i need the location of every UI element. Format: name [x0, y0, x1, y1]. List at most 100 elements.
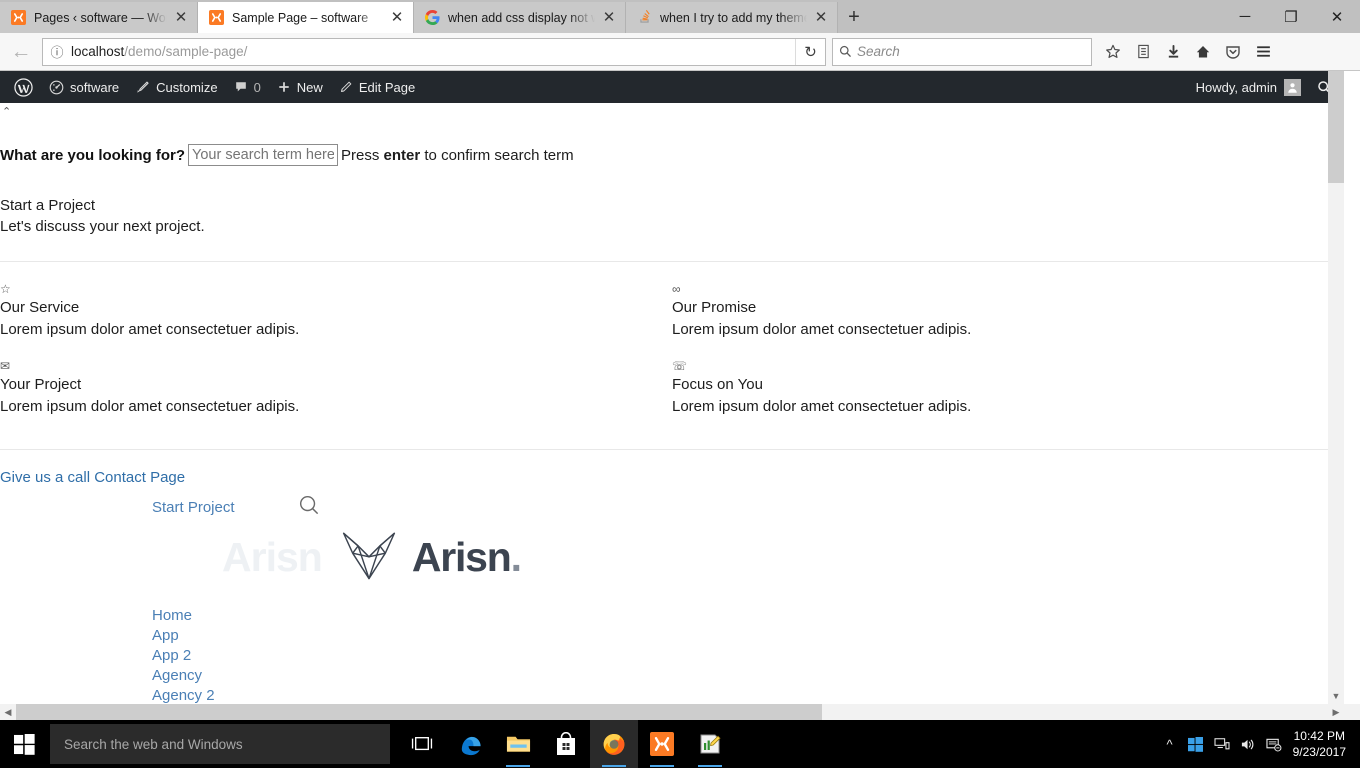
search-input[interactable]	[188, 144, 339, 166]
tab-close-icon[interactable]: ✕	[387, 8, 407, 28]
search-question: What are you looking for?	[0, 146, 186, 164]
contact-links-row: Give us a call Contact Page	[0, 469, 1344, 486]
nav-item-home[interactable]: Home	[152, 606, 1344, 626]
feature-desc: Lorem ipsum dolor amet consectetuer adip…	[0, 398, 300, 415]
close-window-button[interactable]: ✕	[1314, 0, 1360, 33]
edit-page-label: Edit Page	[358, 79, 416, 95]
windows-defender-icon[interactable]	[1183, 720, 1209, 768]
cta-block: Start a Project Let's discuss your next …	[0, 196, 1344, 237]
windows-taskbar: Search the web and Windows ^ 10:42 PM 9/…	[0, 720, 1360, 768]
maximize-button[interactable]: ❐	[1268, 0, 1314, 33]
show-hidden-icons[interactable]: ^	[1157, 720, 1183, 768]
reload-icon[interactable]: ↻	[795, 38, 825, 65]
bookmark-star-icon[interactable]	[1098, 37, 1128, 67]
scroll-right-arrow-icon[interactable]: ▶	[1328, 704, 1344, 720]
scrollbar-corner	[1344, 704, 1360, 720]
nav-item-app-2[interactable]: App 2	[152, 646, 1344, 666]
browser-search-bar[interactable]: Search	[832, 37, 1092, 66]
url-host: localhost	[71, 44, 125, 59]
tab-close-icon[interactable]: ✕	[599, 8, 619, 28]
paintbrush-icon	[135, 80, 150, 95]
url-bar[interactable]: ⓘ localhost/demo/sample-page/ ↻	[42, 37, 826, 66]
pocket-icon[interactable]	[1218, 37, 1248, 67]
nav-item-app[interactable]: App	[152, 626, 1344, 646]
system-tray: ^ 10:42 PM 9/23/2017	[1157, 720, 1360, 768]
home-icon[interactable]	[1188, 37, 1218, 67]
site-name-label: software	[70, 79, 120, 95]
logo-wordmark: Arisn.	[412, 533, 522, 581]
star-icon: ☆	[0, 282, 11, 296]
wordpress-logo-button[interactable]	[6, 71, 41, 103]
envelope-icon: ✉	[0, 359, 11, 373]
contact-page-link[interactable]: Contact Page	[94, 469, 185, 486]
nav-item-agency-2[interactable]: Agency 2	[152, 686, 1344, 704]
downloads-icon[interactable]	[1158, 37, 1188, 67]
edge-icon[interactable]	[446, 720, 494, 768]
horizontal-scrollbar-thumb[interactable]	[16, 704, 822, 720]
customize-label: Customize	[156, 79, 218, 95]
browser-tab-3[interactable]: when I try to add my theme ✕	[626, 2, 838, 33]
feature-item: ☆ Our Service Lorem ipsum dolor amet con…	[0, 282, 672, 341]
features-column-right: ∞ Our Promise Lorem ipsum dolor amet con…	[672, 282, 1344, 436]
store-icon[interactable]	[542, 720, 590, 768]
howdy-label: Howdy, admin	[1195, 79, 1277, 95]
firefox-icon[interactable]	[590, 720, 638, 768]
taskbar-clock[interactable]: 10:42 PM 9/23/2017	[1287, 728, 1354, 760]
edit-page-button[interactable]: Edit Page	[331, 71, 423, 103]
site-info-icon[interactable]: ⓘ	[43, 42, 71, 61]
volume-icon[interactable]	[1235, 720, 1261, 768]
logo-ghost-text: Arisn	[222, 533, 323, 580]
vertical-scrollbar[interactable]: ▼	[1328, 71, 1344, 704]
features-column-left: ☆ Our Service Lorem ipsum dolor amet con…	[0, 282, 672, 436]
admin-bar-right: Howdy, admin	[1188, 71, 1344, 103]
howdy-account-button[interactable]: Howdy, admin	[1188, 71, 1309, 103]
feature-item: ✉ Your Project Lorem ipsum dolor amet co…	[0, 359, 672, 418]
xampp-icon[interactable]	[638, 720, 686, 768]
file-explorer-icon[interactable]	[494, 720, 542, 768]
action-center-icon[interactable]	[1261, 720, 1287, 768]
cta-subtitle: Let's discuss your next project.	[0, 218, 205, 235]
search-icon[interactable]	[298, 494, 321, 521]
new-content-button[interactable]: New	[269, 71, 331, 103]
site-name-button[interactable]: software	[41, 71, 127, 103]
wordmark-dot: .	[510, 533, 522, 580]
browser-tab-1[interactable]: Sample Page – software ✕	[198, 2, 414, 33]
collapse-caret-icon[interactable]: ⌃	[0, 103, 1344, 118]
comments-button[interactable]: 0	[226, 71, 269, 103]
task-view-icon[interactable]	[398, 720, 446, 768]
horizontal-scrollbar[interactable]: ◀ ▶	[0, 704, 1360, 720]
start-project-row: Start Project	[0, 494, 1344, 521]
minimize-button[interactable]: ─	[1222, 0, 1268, 33]
scroll-left-arrow-icon[interactable]: ◀	[0, 704, 16, 720]
give-us-a-call-link[interactable]: Give us a call	[0, 469, 90, 486]
scroll-down-arrow-icon[interactable]: ▼	[1328, 688, 1344, 704]
browser-tab-0[interactable]: Pages ‹ software — WordPress ✕	[0, 2, 198, 33]
nav-item-agency[interactable]: Agency	[152, 666, 1344, 686]
tab-close-icon[interactable]: ✕	[811, 8, 831, 28]
network-icon[interactable]	[1209, 720, 1235, 768]
url-path: /demo/sample-page/	[124, 44, 248, 59]
start-project-link[interactable]: Start Project	[152, 499, 235, 516]
hint-key: enter	[383, 146, 421, 164]
nav-menu-list: Home App App 2 Agency Agency 2 Business …	[0, 606, 1344, 704]
taskbar-search-box[interactable]: Search the web and Windows	[50, 724, 390, 764]
tab-close-icon[interactable]: ✕	[171, 8, 191, 28]
back-button-icon[interactable]: ←	[6, 37, 36, 67]
feature-title: Our Promise	[672, 299, 757, 316]
hamburger-menu-icon[interactable]	[1248, 37, 1278, 67]
windows-start-icon[interactable]	[0, 720, 48, 768]
search-icon	[839, 45, 851, 57]
clock-date: 9/23/2017	[1292, 745, 1346, 759]
library-icon[interactable]	[1128, 37, 1158, 67]
search-hint: Press enter to confirm search term	[341, 147, 574, 164]
tab-title: Pages ‹ software — WordPress	[34, 10, 167, 25]
notepadpp-icon[interactable]	[686, 720, 734, 768]
browser-tab-2[interactable]: when add css display not working ✕	[414, 2, 626, 33]
feature-item: ☏ Focus on You Lorem ipsum dolor amet co…	[672, 359, 1344, 418]
fox-geometric-logo-icon	[340, 526, 398, 588]
new-tab-button[interactable]: +	[838, 2, 870, 33]
customize-button[interactable]: Customize	[127, 71, 225, 103]
vertical-scrollbar-thumb[interactable]	[1328, 71, 1344, 183]
plus-icon	[277, 80, 291, 94]
window-controls: ─ ❐ ✕	[1222, 0, 1360, 33]
